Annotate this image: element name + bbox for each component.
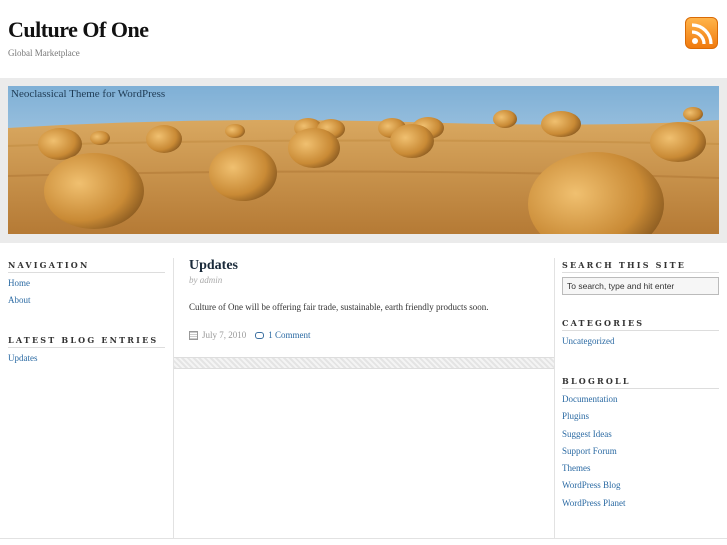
post-body: Culture of One will be offering fair tra… (189, 302, 489, 312)
blogroll-rule (562, 388, 719, 389)
site-tagline: Global Marketplace (8, 48, 80, 58)
rss-icon[interactable] (685, 17, 718, 49)
banner-caption: Neoclassical Theme for WordPress (11, 88, 166, 100)
blogroll-suggest-ideas[interactable]: Suggest Ideas (562, 429, 612, 439)
blogroll-wordpress-planet[interactable]: WordPress Planet (562, 498, 626, 508)
latest-entry-updates[interactable]: Updates (8, 353, 38, 363)
blogroll-documentation[interactable]: Documentation (562, 394, 618, 404)
nav-link-home[interactable]: Home (8, 278, 30, 288)
site-title[interactable]: Culture Of One (8, 17, 149, 43)
right-column-divider (554, 258, 555, 538)
post-meta: July 7, 2010 1 Comment (189, 330, 311, 340)
post-separator (174, 357, 554, 369)
blogroll-heading: Blogroll (562, 376, 631, 386)
post-byline: by admin (189, 275, 223, 285)
search-heading: Search This Site (562, 260, 687, 270)
latest-entries-rule (8, 347, 165, 348)
categories-rule (562, 330, 719, 331)
comments-link[interactable]: 1 Comment (268, 330, 310, 340)
blogroll-support-forum[interactable]: Support Forum (562, 446, 617, 456)
blogroll-plugins[interactable]: Plugins (562, 411, 589, 421)
post-date: July 7, 2010 (202, 330, 247, 340)
calendar-icon (189, 330, 198, 340)
blogroll-wordpress-blog[interactable]: WordPress Blog (562, 480, 621, 490)
header-banner-image: Neoclassical Theme for WordPress (8, 86, 719, 234)
blogroll-themes[interactable]: Themes (562, 463, 591, 473)
footer-rule (0, 538, 727, 539)
search-input[interactable] (562, 277, 719, 295)
nav-link-about[interactable]: About (8, 295, 31, 305)
navigation-rule (8, 272, 165, 273)
navigation-heading: Navigation (8, 260, 90, 270)
latest-entries-heading: Latest Blog Entries (8, 335, 159, 345)
search-rule (562, 272, 719, 273)
post-title[interactable]: Updates (189, 258, 238, 274)
left-column-divider (173, 258, 174, 538)
categories-heading: Categories (562, 318, 645, 328)
category-uncategorized[interactable]: Uncategorized (562, 336, 614, 346)
comment-icon (255, 331, 265, 339)
